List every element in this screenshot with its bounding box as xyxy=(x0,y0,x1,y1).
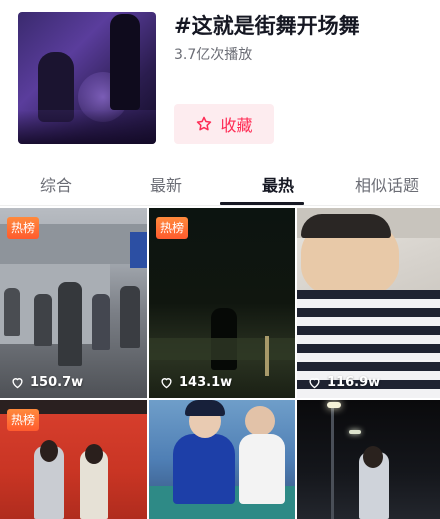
video-card[interactable]: 热榜 xyxy=(0,400,147,519)
like-count-value: 143.1w xyxy=(179,375,233,390)
topic-cover-image[interactable] xyxy=(18,12,156,144)
child-hair xyxy=(301,214,391,238)
topic-title: #这就是街舞开场舞 xyxy=(174,14,360,38)
hot-list-badge: 热榜 xyxy=(7,409,40,431)
like-count: 150.7w xyxy=(10,375,83,390)
lamp-post xyxy=(265,336,269,376)
cover-dancer-figure xyxy=(110,14,140,110)
dancer-head xyxy=(85,444,103,464)
hot-list-badge: 热榜 xyxy=(7,217,40,239)
hot-list-badge: 热榜 xyxy=(156,217,189,239)
video-grid: 热榜 150.7w 热榜 143.1w 116.9w 热榜 xyxy=(0,208,440,519)
star-outline-icon xyxy=(197,116,212,131)
video-card[interactable] xyxy=(149,400,295,519)
collect-button-label: 收藏 xyxy=(220,116,253,135)
tab-similar-topics[interactable]: 相似话题 xyxy=(355,172,419,196)
video-card[interactable]: 热榜 143.1w xyxy=(149,208,295,398)
dancer-figure xyxy=(4,288,20,336)
dancer-figure xyxy=(58,282,82,366)
heart-outline-icon xyxy=(12,378,23,389)
video-card[interactable] xyxy=(297,400,440,519)
dancer-figure xyxy=(120,286,140,348)
topic-header: #这就是街舞开场舞 3.7亿次播放 收藏 xyxy=(0,0,440,160)
like-count-value: 150.7w xyxy=(30,375,84,390)
heart-outline-icon xyxy=(309,378,320,389)
like-count: 143.1w xyxy=(159,375,232,390)
dancer-cap xyxy=(185,400,225,416)
dancer-figure xyxy=(239,434,285,504)
tab-hottest[interactable]: 最热 xyxy=(262,172,294,196)
dancer-figure xyxy=(92,294,110,350)
dancer-head xyxy=(40,440,58,462)
lamp-post xyxy=(331,406,334,519)
like-count-value: 116.9w xyxy=(327,375,381,390)
topic-tabs: 综合 最新 最热 相似话题 xyxy=(0,160,440,206)
street-sign xyxy=(130,232,147,268)
lamp-light xyxy=(327,402,341,408)
dancer-vest xyxy=(173,434,235,504)
video-card[interactable]: 116.9w xyxy=(297,208,440,398)
lamp-light xyxy=(349,430,361,434)
tab-latest[interactable]: 最新 xyxy=(150,172,182,196)
video-card[interactable]: 热榜 150.7w xyxy=(0,208,147,398)
dancer-figure xyxy=(34,294,52,346)
play-count: 3.7亿次播放 xyxy=(174,47,253,63)
collect-button[interactable]: 收藏 xyxy=(174,104,274,144)
heart-outline-icon xyxy=(161,378,172,389)
dancer-head xyxy=(245,406,275,436)
dancer-head xyxy=(363,446,383,468)
like-count: 116.9w xyxy=(307,375,380,390)
active-tab-indicator xyxy=(220,202,304,205)
tab-comprehensive[interactable]: 综合 xyxy=(40,172,72,196)
cover-stage-floor xyxy=(18,110,156,144)
shrubs xyxy=(149,338,295,360)
